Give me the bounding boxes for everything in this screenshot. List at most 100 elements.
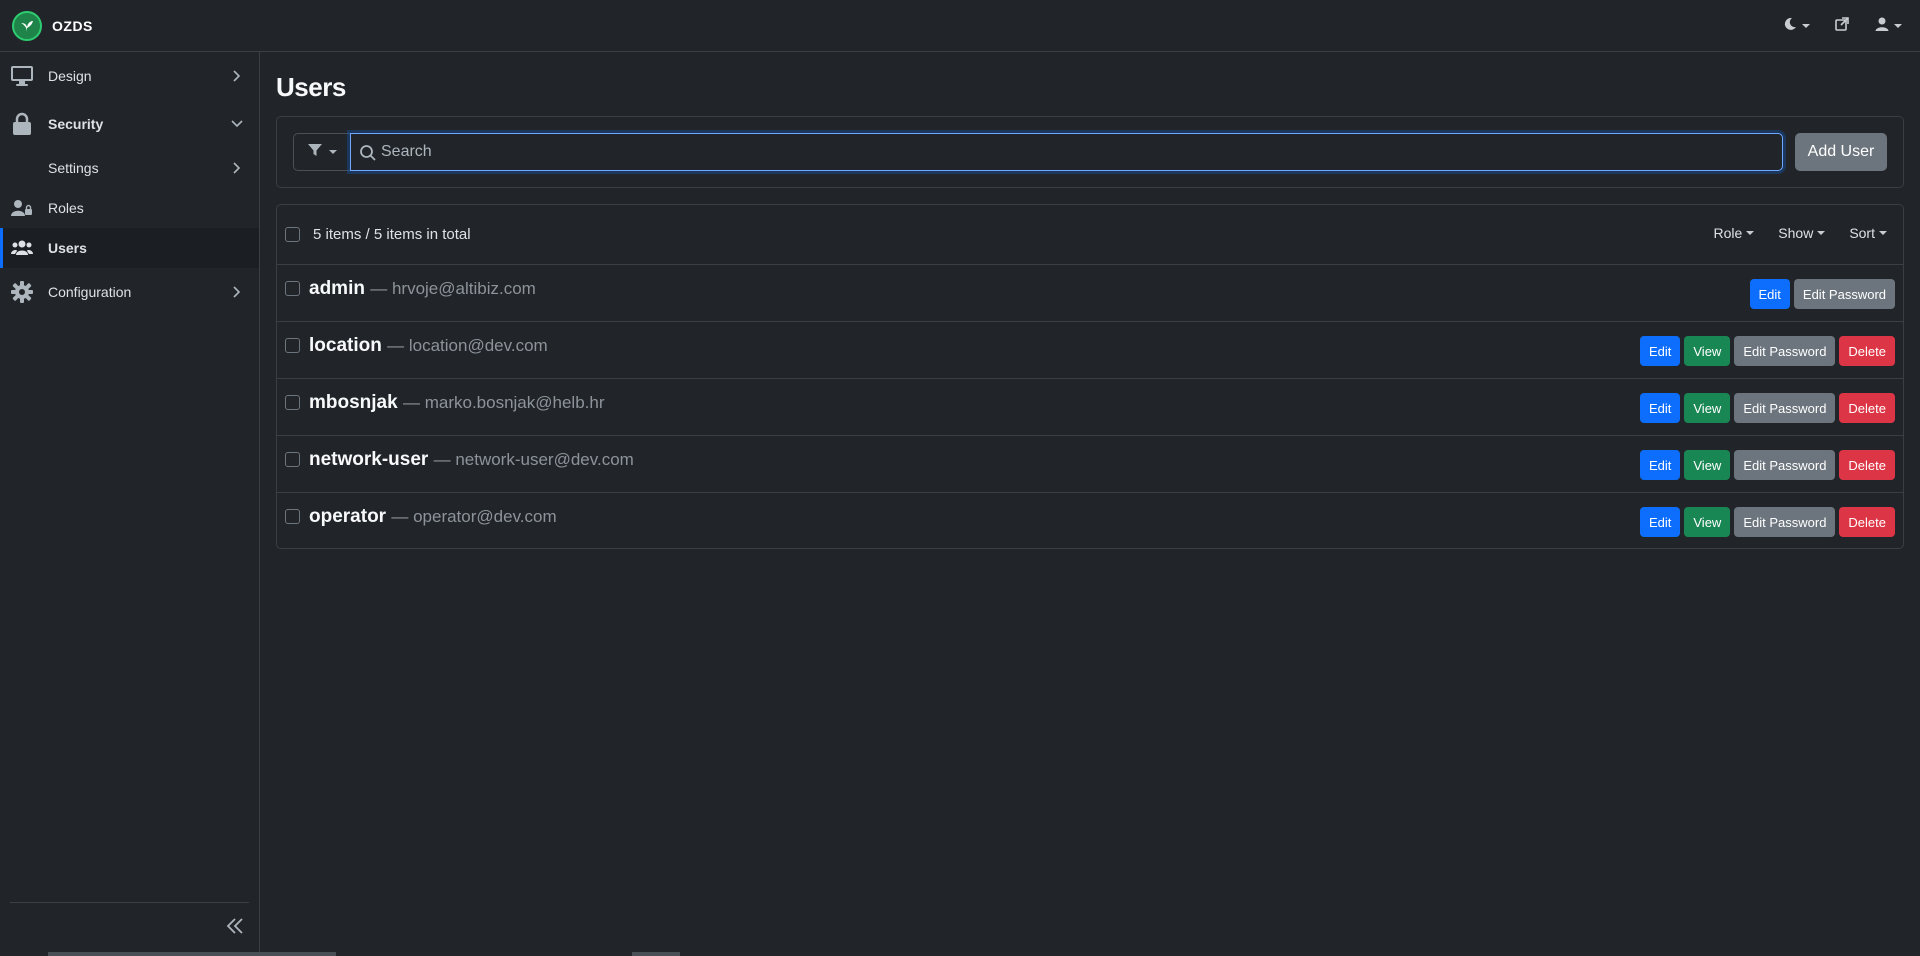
edit-password-button[interactable]: Edit Password [1734,450,1836,480]
row-checkbox[interactable] [285,281,300,296]
sidebar-item-label: Users [48,240,87,256]
view-button[interactable]: View [1684,507,1731,537]
row-checkbox[interactable] [285,395,300,410]
search-field [350,133,1783,171]
users-icon [10,236,34,260]
dropdown-label: Sort [1849,225,1875,241]
horizontal-scrollbar[interactable] [632,952,680,956]
caret-down-icon [329,150,337,154]
select-all-checkbox[interactable] [285,227,300,242]
user-menu[interactable] [1874,16,1902,36]
sidebar-item-security[interactable]: Security [0,104,259,144]
sidebar-item-configuration[interactable]: Configuration [0,272,259,312]
edit-password-button[interactable]: Edit Password [1793,279,1895,309]
row-checkbox[interactable] [285,338,300,353]
edit-password-button[interactable]: Edit Password [1734,336,1836,366]
add-user-button[interactable]: Add User [1795,133,1887,171]
edit-button[interactable]: Edit [1749,279,1790,309]
edit-password-button[interactable]: Edit Password [1734,507,1836,537]
caret-down-icon [1817,231,1826,235]
chevron-right-icon [231,286,243,298]
double-chevron-left-icon [226,917,244,939]
user-name: operator — operator@dev.com [309,506,557,528]
delete-button[interactable]: Delete [1839,450,1895,480]
filter-icon [307,142,323,162]
user-email: — operator@dev.com [391,507,557,526]
sidebar-item-users[interactable]: Users [0,228,259,268]
sort-dropdown[interactable]: Sort [1849,225,1887,241]
leaf-logo-icon [12,10,42,41]
search-card: Add User [276,116,1904,188]
page-title: Users [276,72,346,102]
search-icon [359,144,377,162]
filter-dropdown-button[interactable] [293,133,350,171]
user-icon [1874,16,1890,36]
sidebar: Design Security Settings Roles Users Con… [0,52,260,956]
view-button[interactable]: View [1684,450,1731,480]
sidebar-item-roles[interactable]: Roles [0,188,259,228]
user-name-text: network-user [309,449,429,470]
search-input[interactable] [381,134,1771,170]
view-button[interactable]: View [1684,393,1731,423]
edit-button[interactable]: Edit [1639,336,1681,366]
open-site-button[interactable] [1834,16,1850,36]
view-button[interactable]: View [1684,336,1731,366]
user-email: — hrvoje@altibiz.com [370,279,536,298]
user-name-text: mbosnjak [309,392,398,413]
caret-down-icon [1802,24,1810,28]
delete-button[interactable]: Delete [1839,336,1895,366]
table-row: admin — hrvoje@altibiz.com Edit Edit Pas… [277,265,1903,322]
users-list: 5 items / 5 items in total Role Show Sor… [276,204,1904,549]
edit-button[interactable]: Edit [1639,507,1681,537]
sidebar-item-label: Roles [48,200,84,216]
user-name-text: operator [309,506,387,527]
sidebar-item-settings[interactable]: Settings [0,148,259,188]
caret-down-icon [1879,231,1887,235]
dropdown-label: Role [1713,225,1743,241]
delete-button[interactable]: Delete [1839,507,1895,537]
gear-icon [10,280,34,304]
sidebar-item-label: Security [48,116,104,132]
row-checkbox[interactable] [285,509,300,524]
edit-password-button[interactable]: Edit Password [1734,393,1836,423]
horizontal-scrollbar[interactable] [48,952,336,956]
theme-toggle[interactable] [1782,16,1810,36]
row-checkbox[interactable] [285,452,300,467]
list-header: 5 items / 5 items in total Role Show Sor… [277,205,1903,265]
table-row: mbosnjak — marko.bosnjak@helb.hr Edit Vi… [277,379,1903,436]
monitor-icon [10,64,34,88]
table-row: operator — operator@dev.com Edit View Ed… [277,493,1903,550]
collapse-sidebar-button[interactable] [223,916,247,940]
edit-button[interactable]: Edit [1639,450,1681,480]
user-name: network-user — network-user@dev.com [309,449,634,471]
show-dropdown[interactable]: Show [1778,225,1826,241]
brand-name: OZDS [52,17,93,34]
user-lock-icon [10,196,34,220]
caret-down-icon [1746,231,1755,235]
active-indicator [0,228,3,268]
user-name-text: location [309,335,382,356]
moon-icon [1782,16,1798,36]
sidebar-item-label: Settings [48,160,99,176]
user-email: — network-user@dev.com [433,450,634,469]
chevron-right-icon [231,162,243,174]
external-link-icon [1834,16,1850,36]
edit-button[interactable]: Edit [1639,393,1681,423]
dropdown-label: Show [1778,225,1814,241]
user-name: admin — hrvoje@altibiz.com [309,278,536,300]
table-row: location — location@dev.com Edit View Ed… [277,322,1903,379]
user-email: — location@dev.com [387,336,548,355]
role-filter-dropdown[interactable]: Role [1713,225,1755,241]
top-navbar: OZDS [0,0,1920,52]
chevron-right-icon [231,70,243,82]
user-name: location — location@dev.com [309,335,548,357]
user-name: mbosnjak — marko.bosnjak@helb.hr [309,392,605,414]
caret-down-icon [1894,24,1902,28]
item-count: 5 items / 5 items in total [313,226,471,243]
sidebar-item-label: Configuration [48,284,132,300]
chevron-down-icon [231,118,243,130]
lock-icon [10,112,34,136]
brand[interactable]: OZDS [12,10,93,41]
sidebar-item-design[interactable]: Design [0,56,259,96]
delete-button[interactable]: Delete [1839,393,1895,423]
